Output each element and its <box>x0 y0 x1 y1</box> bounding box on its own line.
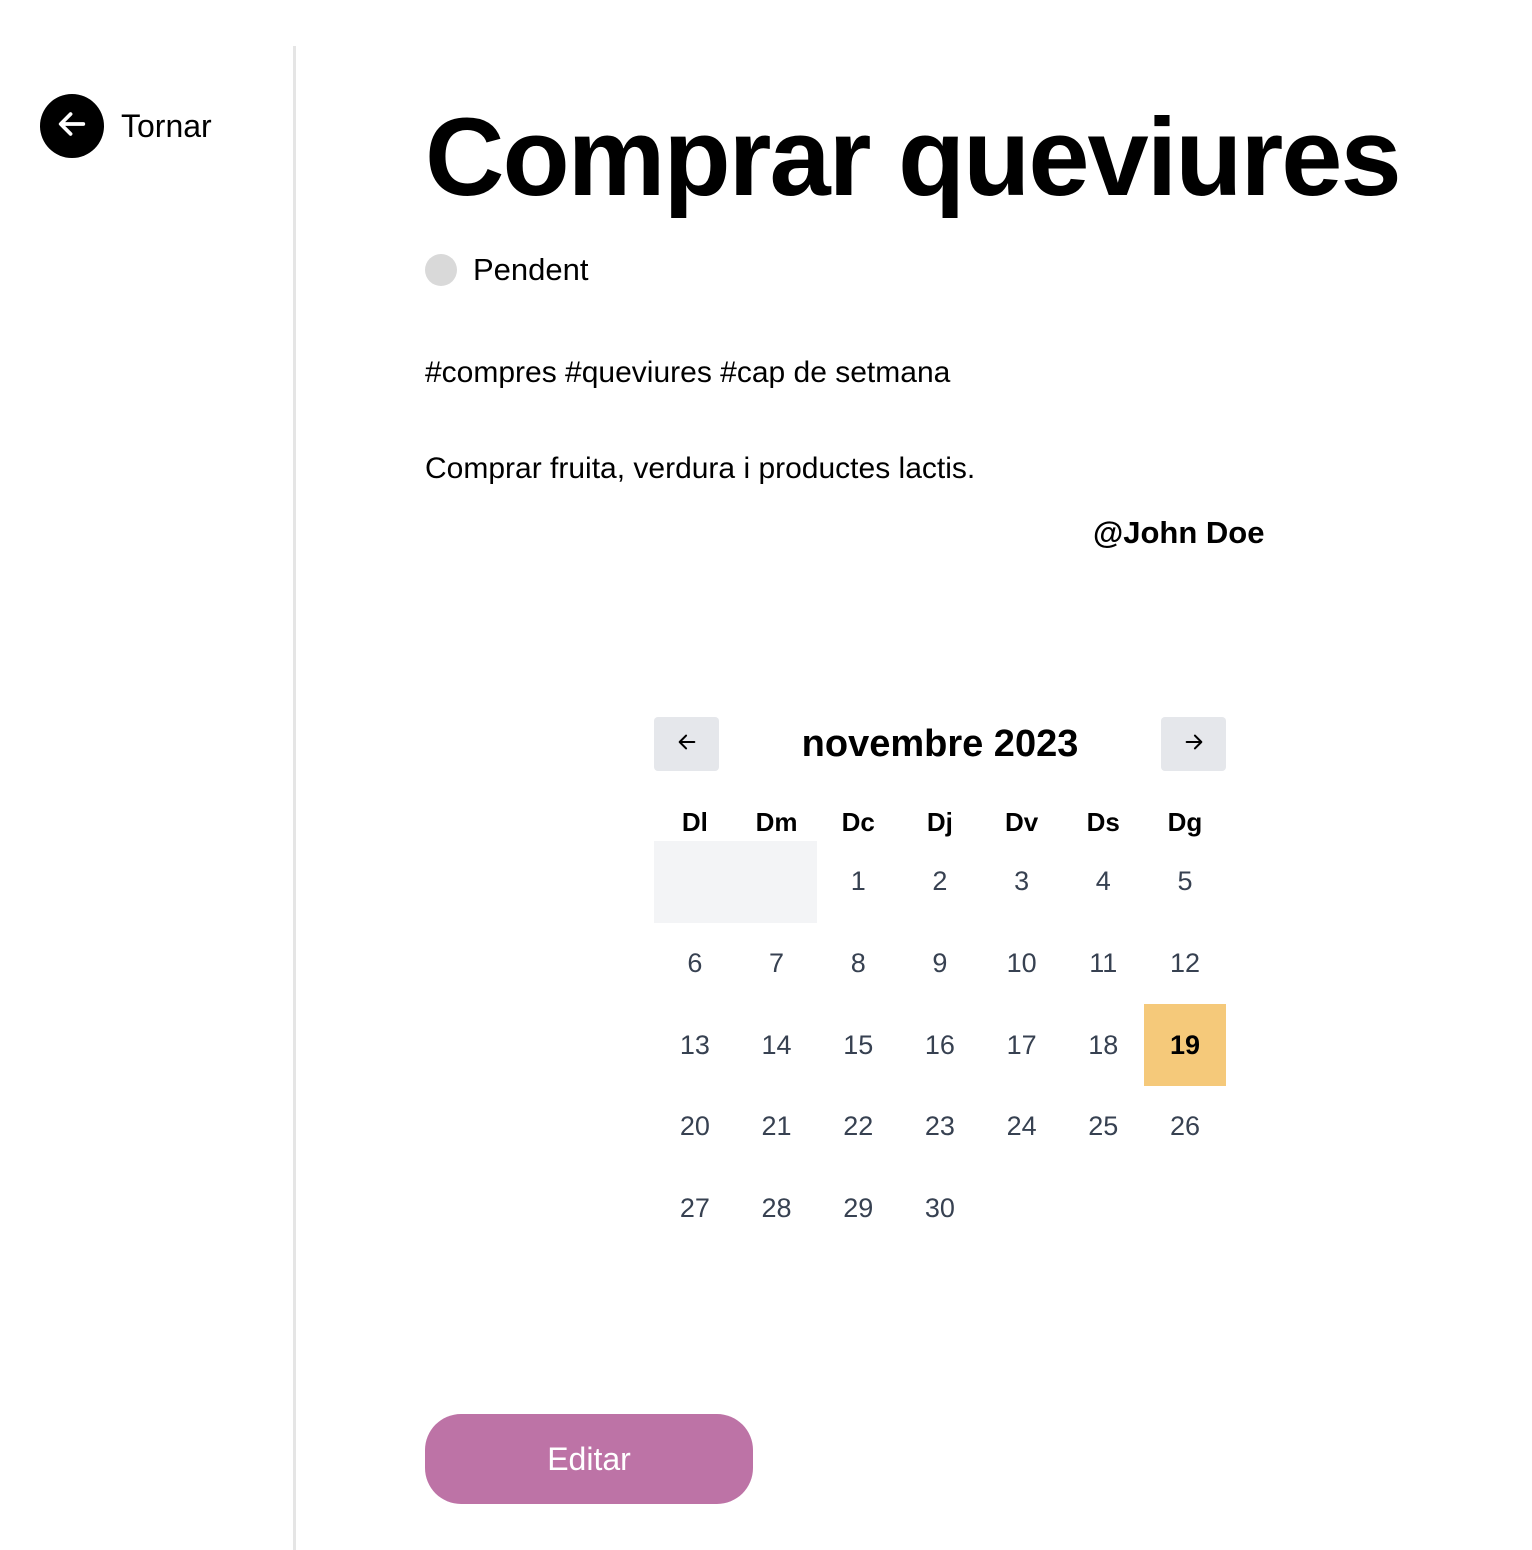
day-cell[interactable]: 11 <box>1062 923 1144 1005</box>
status-dot <box>425 254 457 286</box>
task-title: Comprar queviures <box>425 96 1402 219</box>
back-button[interactable]: Tornar <box>40 94 212 158</box>
day-cell[interactable]: 20 <box>654 1086 736 1168</box>
arrow-left-icon <box>676 731 698 758</box>
arrow-right-icon <box>1183 731 1205 758</box>
status-label: Pendent <box>473 252 589 287</box>
day-cell[interactable]: 28 <box>736 1168 818 1250</box>
day-cell[interactable]: 24 <box>981 1086 1063 1168</box>
status-indicator: Pendent <box>425 252 589 288</box>
sidebar-divider <box>293 46 296 1550</box>
day-cell[interactable]: 7 <box>736 923 818 1005</box>
day-cell[interactable]: 3 <box>981 841 1063 923</box>
arrow-left-icon <box>55 107 89 146</box>
day-cell[interactable]: 25 <box>1062 1086 1144 1168</box>
task-tags: #compres #queviures #cap de setmana <box>425 356 951 389</box>
weekday-label: Dc <box>841 807 875 837</box>
day-cell[interactable]: 9 <box>899 923 981 1005</box>
task-description: Comprar fruita, verdura i productes lact… <box>425 452 976 485</box>
weekday-label: Dg <box>1167 807 1203 837</box>
day-cell[interactable]: 12 <box>1144 923 1226 1005</box>
day-cell[interactable]: 23 <box>899 1086 981 1168</box>
day-cell[interactable]: 1 <box>817 841 899 923</box>
month-label: novembre 2023 <box>801 723 1079 765</box>
day-cell[interactable]: 18 <box>1062 1004 1144 1086</box>
day-cell[interactable]: 14 <box>736 1004 818 1086</box>
day-cell[interactable]: 5 <box>1144 841 1226 923</box>
day-cell[interactable]: 4 <box>1062 841 1144 923</box>
day-cell[interactable]: 13 <box>654 1004 736 1086</box>
calendar-header: novembre 2023 <box>654 717 1226 771</box>
day-cell[interactable]: 21 <box>736 1086 818 1168</box>
calendar: novembre 2023 Dl Dm Dc Dj Dv Ds Dg 1 2 3 4 5 6 7 8 9 10… <box>654 717 1226 1249</box>
task-detail-page: Tornar Comprar queviures Pendent #compre… <box>0 0 1532 1550</box>
day-cell[interactable]: 10 <box>981 923 1063 1005</box>
day-cell[interactable]: 17 <box>981 1004 1063 1086</box>
next-month-button[interactable] <box>1161 717 1226 771</box>
day-cell[interactable]: 2 <box>899 841 981 923</box>
day-cell[interactable]: 15 <box>817 1004 899 1086</box>
edit-button[interactable]: Editar <box>425 1414 753 1504</box>
day-cell[interactable]: 6 <box>654 923 736 1005</box>
selected-day-cell[interactable]: 19 <box>1144 1004 1226 1087</box>
day-cell[interactable]: 29 <box>817 1168 899 1250</box>
prev-month-button[interactable] <box>654 717 719 771</box>
day-cell[interactable]: 22 <box>817 1086 899 1168</box>
day-cell[interactable]: 27 <box>654 1168 736 1250</box>
back-circle[interactable] <box>40 94 104 158</box>
weekday-row: Dl Dm Dc Dj Dv Ds Dg <box>654 803 1226 841</box>
weekday-label: Dj <box>926 807 953 837</box>
day-cell[interactable]: 26 <box>1144 1086 1226 1168</box>
empty-day-cell <box>654 841 818 923</box>
back-label[interactable]: Tornar <box>121 108 212 145</box>
task-author: @John Doe <box>1093 515 1265 550</box>
weekday-label: Ds <box>1086 807 1120 837</box>
day-grid: 1 2 3 4 5 6 7 8 9 10 11 12 13 14 15 16 17 18 19 20 21 22 23 24 2… <box>654 841 1226 1249</box>
weekday-label: Dl <box>681 807 708 837</box>
day-cell[interactable]: 30 <box>899 1168 981 1250</box>
day-cell[interactable]: 16 <box>899 1004 981 1086</box>
weekday-label: Dm <box>755 807 798 837</box>
weekday-label: Dv <box>1004 807 1039 837</box>
day-cell[interactable]: 8 <box>817 923 899 1005</box>
